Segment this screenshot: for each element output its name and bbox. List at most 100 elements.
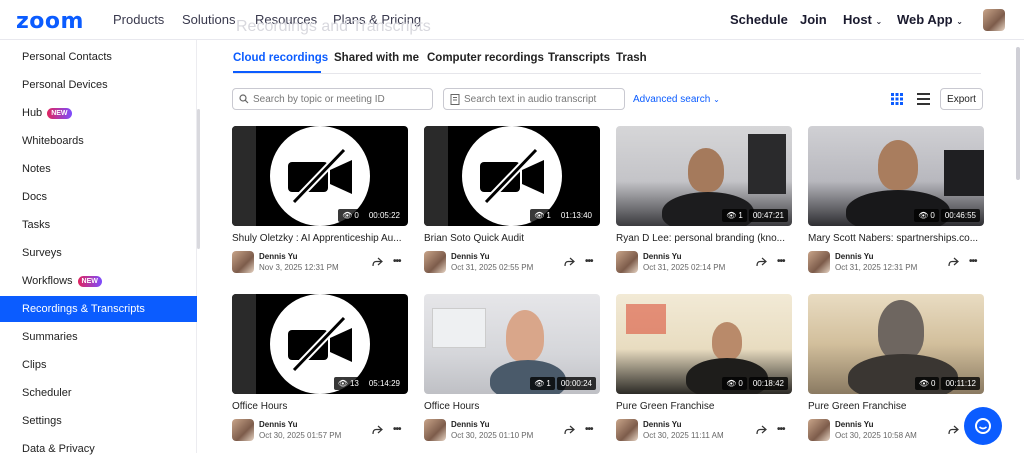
recording-title[interactable]: Pure Green Franchise: [808, 401, 984, 412]
search-input[interactable]: Search by topic or meeting ID: [232, 88, 433, 110]
list-view-icon[interactable]: [917, 93, 930, 105]
sidebar-item-recordings-transcripts[interactable]: Recordings & Transcripts: [0, 296, 197, 322]
nav-web-app[interactable]: Web App ⌄: [897, 12, 963, 27]
tab-computer-recordings[interactable]: Computer recordings: [427, 52, 544, 64]
recording-thumbnail[interactable]: 👁 0 00:05:22: [232, 126, 408, 226]
sidebar-item-surveys[interactable]: Surveys: [0, 240, 197, 266]
transcript-search-input[interactable]: Search text in audio transcript: [443, 88, 625, 110]
recording-card[interactable]: 👁 0 00:46:55 Mary Scott Nabers: spartner…: [808, 126, 984, 278]
share-icon[interactable]: [948, 257, 959, 267]
thumbnail-overlay: 👁 0 00:05:22: [338, 209, 404, 222]
avatar: [424, 251, 446, 273]
main-scrollbar[interactable]: [1016, 47, 1020, 180]
recording-title[interactable]: Ryan D Lee: personal branding (kno...: [616, 233, 792, 244]
chat-button[interactable]: [964, 407, 1002, 445]
advanced-search-link[interactable]: Advanced search ⌄: [633, 94, 720, 105]
sidebar-item-hub[interactable]: Hub NEW: [0, 100, 197, 126]
share-icon[interactable]: [756, 257, 767, 267]
chevron-down-icon: ⌄: [956, 17, 963, 26]
sidebar-item-tasks[interactable]: Tasks: [0, 212, 197, 238]
sidebar-item-label: Surveys: [22, 247, 62, 259]
recording-card[interactable]: 👁 1 00:00:24 Office Hours Dennis Yu Oct …: [424, 294, 600, 446]
share-icon[interactable]: [564, 257, 575, 267]
search-icon: [239, 94, 249, 104]
more-options-icon[interactable]: •••: [393, 256, 401, 267]
advanced-search-label: Advanced search: [633, 94, 711, 105]
recording-title[interactable]: Office Hours: [424, 401, 600, 412]
sidebar-item-workflows[interactable]: Workflows NEW: [0, 268, 197, 294]
thumbnail-overlay: 👁 13 05:14:29: [333, 377, 404, 390]
nav-host-label: Host: [843, 12, 872, 27]
recording-card[interactable]: 👁 1 00:47:21 Ryan D Lee: personal brandi…: [616, 126, 792, 278]
recording-card[interactable]: 👁 1 01:13:40 Brian Soto Quick Audit Denn…: [424, 126, 600, 278]
view-count-value: 1: [546, 379, 551, 388]
view-count: 👁 0: [914, 377, 940, 390]
recording-owner: Dennis Yu: [259, 420, 298, 429]
nav-products[interactable]: Products: [113, 12, 164, 27]
recording-card[interactable]: 👁 0 00:05:22 Shuly Oletzky : AI Apprenti…: [232, 126, 408, 278]
user-avatar[interactable]: [983, 9, 1005, 31]
recording-date: Oct 30, 2025 01:57 PM: [259, 431, 342, 440]
sidebar-item-data-privacy[interactable]: Data & Privacy: [0, 436, 197, 462]
nav-host[interactable]: Host ⌄: [843, 12, 882, 27]
more-options-icon[interactable]: •••: [585, 424, 593, 435]
tab-cloud-recordings[interactable]: Cloud recordings: [233, 52, 328, 64]
grid-view-icon[interactable]: [891, 93, 903, 105]
recording-thumbnail[interactable]: 👁 0 00:11:12: [808, 294, 984, 394]
shelf-background: [748, 134, 786, 194]
tab-trash[interactable]: Trash: [616, 52, 647, 64]
sidebar-item-notes[interactable]: Notes: [0, 156, 197, 182]
nav-join[interactable]: Join: [800, 12, 827, 27]
sidebar-item-label: Workflows: [22, 275, 73, 287]
share-icon[interactable]: [756, 425, 767, 435]
recording-title[interactable]: Shuly Oletzky : AI Apprenticeship Au...: [232, 233, 408, 244]
more-options-icon[interactable]: •••: [969, 256, 977, 267]
recording-thumbnail[interactable]: 👁 1 00:00:24: [424, 294, 600, 394]
tab-transcripts[interactable]: Transcripts: [548, 52, 610, 64]
nav-schedule[interactable]: Schedule: [730, 12, 788, 27]
recording-card[interactable]: 👁 0 00:11:12 Pure Green Franchise Dennis…: [808, 294, 984, 446]
recording-thumbnail[interactable]: 👁 0 00:18:42: [616, 294, 792, 394]
sidebar-item-whiteboards[interactable]: Whiteboards: [0, 128, 197, 154]
duration: 01:13:40: [556, 209, 596, 222]
sidebar-item-docs[interactable]: Docs: [0, 184, 197, 210]
view-count: 👁 1: [722, 209, 747, 222]
duration: 00:18:42: [748, 377, 788, 390]
more-options-icon[interactable]: •••: [777, 256, 785, 267]
more-options-icon[interactable]: •••: [393, 424, 401, 435]
recording-card[interactable]: 👁 13 05:14:29 Office Hours Dennis Yu Oct…: [232, 294, 408, 446]
recording-title[interactable]: Brian Soto Quick Audit: [424, 233, 600, 244]
sidebar-item-summaries[interactable]: Summaries: [0, 324, 197, 350]
sidebar-item-scheduler[interactable]: Scheduler: [0, 380, 197, 406]
more-options-icon[interactable]: •••: [777, 424, 785, 435]
recording-thumbnail[interactable]: 👁 0 00:46:55: [808, 126, 984, 226]
recording-card[interactable]: 👁 0 00:18:42 Pure Green Franchise Dennis…: [616, 294, 792, 446]
tab-shared-with-me[interactable]: Shared with me: [334, 52, 419, 64]
sidebar-item-settings[interactable]: Settings: [0, 408, 197, 434]
share-icon[interactable]: [372, 425, 383, 435]
view-count: 👁 0: [914, 209, 939, 222]
recording-title[interactable]: Mary Scott Nabers: spartnerships.co...: [808, 233, 984, 244]
view-count: 👁 1: [530, 209, 555, 222]
sidebar-item-label: Data & Privacy: [22, 443, 95, 455]
thumbnail-overlay: 👁 1 00:00:24: [530, 377, 596, 390]
sidebar-item-personal-contacts[interactable]: Personal Contacts: [0, 44, 197, 70]
nav-solutions[interactable]: Solutions: [182, 12, 235, 27]
recording-title[interactable]: Office Hours: [232, 401, 408, 412]
recording-thumbnail[interactable]: 👁 1 00:47:21: [616, 126, 792, 226]
zoom-logo[interactable]: zoom: [16, 9, 84, 34]
recording-thumbnail[interactable]: 👁 1 01:13:40: [424, 126, 600, 226]
duration: 00:00:24: [556, 377, 596, 390]
share-icon[interactable]: [372, 257, 383, 267]
recording-thumbnail[interactable]: 👁 13 05:14:29: [232, 294, 408, 394]
sidebar-item-label: Hub: [22, 107, 43, 119]
view-count-value: 1: [546, 211, 551, 220]
share-icon[interactable]: [948, 425, 959, 435]
recording-title[interactable]: Pure Green Franchise: [616, 401, 792, 412]
export-button[interactable]: Export: [940, 88, 983, 110]
sidebar-item-clips[interactable]: Clips: [0, 352, 197, 378]
share-icon[interactable]: [564, 425, 575, 435]
sidebar-item-personal-devices[interactable]: Personal Devices: [0, 72, 197, 98]
more-options-icon[interactable]: •••: [585, 256, 593, 267]
duration: 00:05:22: [364, 209, 404, 222]
